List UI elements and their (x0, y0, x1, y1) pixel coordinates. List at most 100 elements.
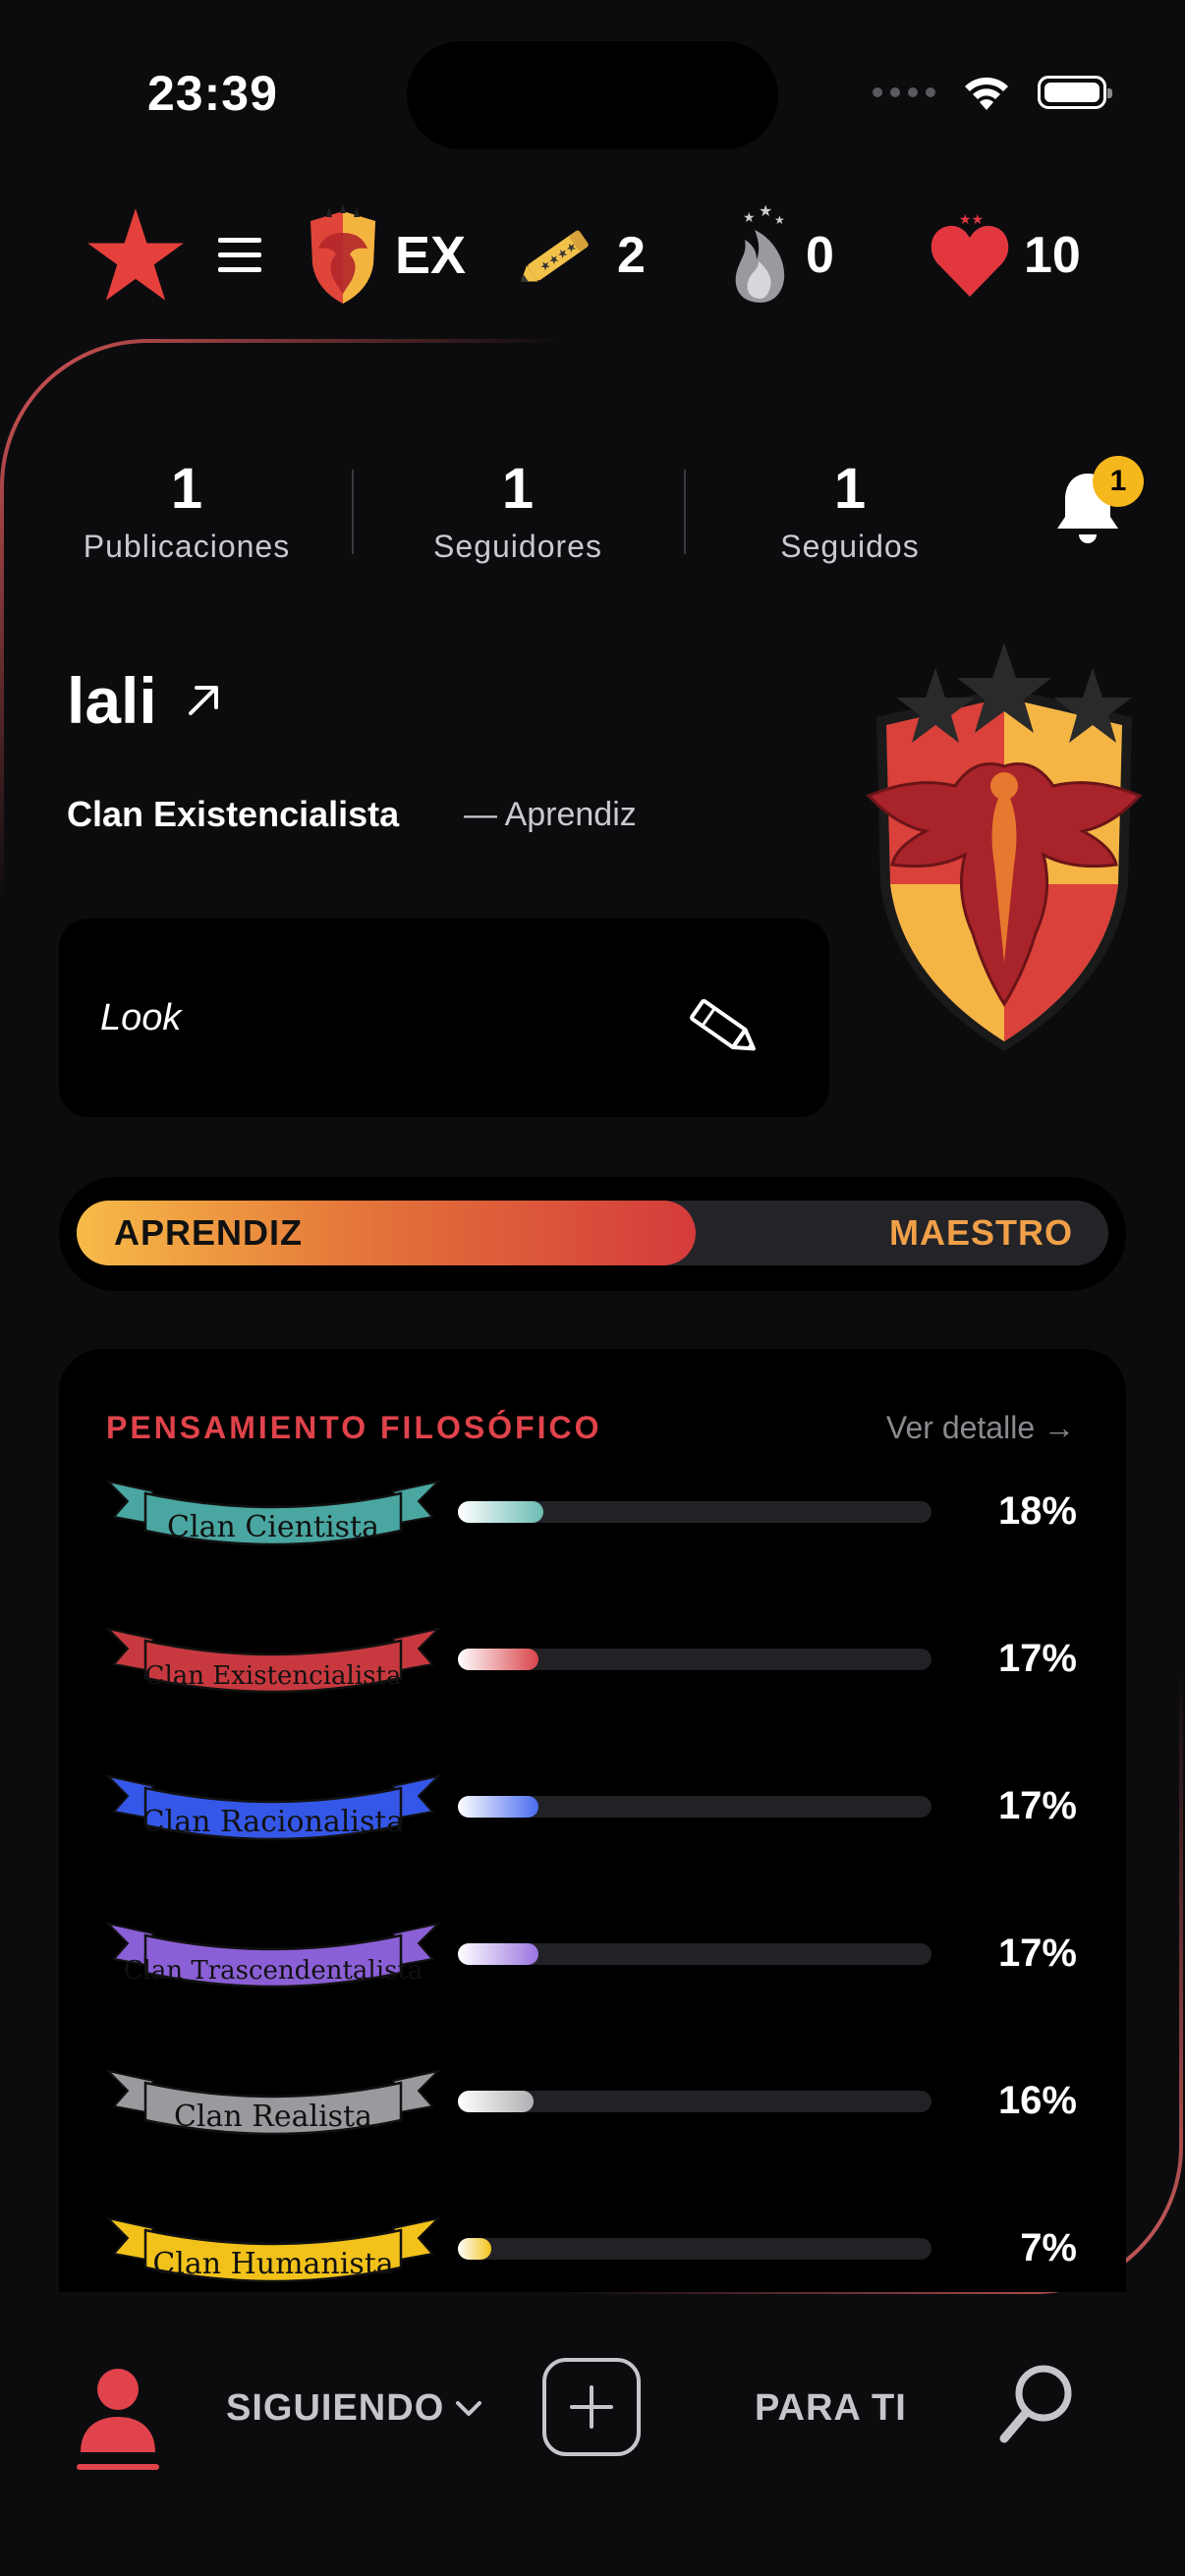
nav-search-button[interactable] (996, 2362, 1077, 2451)
pencils-counter[interactable]: ★★★★ 2 (513, 196, 646, 314)
svg-text:★★: ★★ (959, 212, 984, 228)
svg-text:★: ★ (774, 213, 785, 227)
nav-for-you-button[interactable]: PARA TI (755, 2387, 907, 2430)
followers-counter[interactable]: 1 Seguidores (356, 460, 680, 565)
svg-text:★: ★ (743, 210, 756, 226)
clan-rank: — Aprendiz (464, 796, 637, 833)
star-logo-button[interactable] (85, 196, 187, 314)
clan-banner-label: Clan Trascendentalista (124, 1956, 423, 1986)
posts-label: Publicaciones (83, 529, 291, 564)
notification-badge: 1 (1093, 456, 1144, 507)
dynamic-island (407, 41, 778, 149)
clan-banner-label: Clan Racionalista (142, 1805, 405, 1839)
chevron-down-icon (456, 2400, 482, 2416)
arrow-up-right-icon (189, 686, 218, 715)
flames-counter[interactable]: ★ ★ ★ 0 (729, 196, 834, 314)
clan-row: Clan Realista 16% (0, 2051, 1185, 2169)
clan-progress-track (458, 1649, 931, 1670)
clan-progress-track (458, 2091, 931, 2112)
divider (352, 470, 354, 554)
clan-percent: 18% (997, 1489, 1077, 1533)
flames-count: 0 (806, 227, 834, 284)
clan-banner: Clan Trascendentalista (106, 1922, 440, 1988)
pencil-icon: ★★★★ (521, 230, 589, 282)
clan-progress-fill (458, 2238, 491, 2260)
clan-row: Clan Cientista 18% (0, 1462, 1185, 1580)
clan-banner: Clan Racionalista (106, 1774, 440, 1841)
clan-indicator[interactable]: EX (305, 196, 466, 314)
nav-profile-button[interactable] (77, 2366, 159, 2459)
nav-following-button[interactable]: SIGUIENDO (226, 2387, 483, 2430)
nav-for-you-label: PARA TI (755, 2387, 907, 2429)
nav-following-label: SIGUIENDO (226, 2387, 445, 2429)
clan-banner: Clan Realista (106, 2069, 440, 2136)
create-post-button[interactable] (542, 2358, 641, 2456)
active-tab-indicator (77, 2464, 159, 2470)
followers-count: 1 (501, 457, 535, 521)
clan-progress-fill (458, 1501, 543, 1523)
bio-text: Look (100, 997, 182, 1038)
flame-icon: ★ ★ ★ (735, 204, 785, 303)
share-profile-button[interactable] (185, 680, 224, 724)
clan-crest (857, 639, 1152, 1066)
posts-count: 1 (170, 457, 203, 521)
clan-row: Clan Existencialista 17% (0, 1609, 1185, 1727)
following-count: 1 (833, 457, 867, 521)
clan-banner: Clan Humanista (106, 2216, 440, 2283)
clan-crest-icon (310, 203, 375, 304)
clan-banner: Clan Existencialista (106, 1627, 440, 1694)
clan-progress-track (458, 2238, 931, 2260)
clan-banner-label: Clan Cientista (167, 1510, 379, 1544)
clan-percent: 17% (997, 1784, 1077, 1827)
search-icon (999, 2365, 1072, 2443)
status-icons (873, 73, 1112, 112)
clan-row: Clan Trascendentalista 17% (0, 1904, 1185, 2022)
clan-progress-fill (458, 1796, 538, 1818)
clan-progress-fill (458, 1649, 538, 1670)
status-time: 23:39 (147, 66, 278, 121)
level-next: MAESTRO (889, 1212, 1073, 1253)
clan-percent: 7% (1020, 2226, 1077, 2269)
hearts-count: 10 (1024, 227, 1081, 284)
posts-counter[interactable]: 1 Publicaciones (25, 460, 349, 565)
clan-percent: 17% (997, 1637, 1077, 1680)
followers-label: Seguidores (433, 529, 602, 564)
cellular-signal-icon (873, 87, 935, 97)
clan-progress-fill (458, 2091, 534, 2112)
clan-progress-track (458, 1796, 931, 1818)
clan-banner-label: Clan Humanista (152, 2247, 393, 2281)
hearts-counter[interactable]: ★★ 10 (930, 196, 1081, 314)
edit-bio-button[interactable] (678, 982, 766, 1076)
star-icon (87, 208, 184, 301)
clan-row: Clan Racionalista 17% (0, 1757, 1185, 1875)
clan-banner-label: Clan Realista (174, 2100, 372, 2134)
plus-icon (570, 2385, 613, 2429)
pencils-count: 2 (617, 227, 646, 284)
divider (684, 470, 686, 554)
edit-pencil-icon (690, 998, 756, 1051)
username: lali (67, 664, 157, 737)
svg-text:★: ★ (759, 204, 772, 220)
level-current: APRENDIZ (114, 1212, 304, 1253)
clan-percent: 16% (997, 2079, 1077, 2122)
phoenix-shield-icon (866, 643, 1143, 1051)
following-label: Seguidos (780, 529, 920, 564)
top-stats-bar: EX ★★★★ 2 ★ ★ ★ 0 ★★ 10 (0, 196, 1185, 314)
hamburger-icon (218, 238, 261, 272)
following-counter[interactable]: 1 Seguidos (688, 460, 1012, 565)
menu-button[interactable] (216, 196, 263, 314)
clan-banner-label: Clan Existencialista (145, 1661, 402, 1691)
clan-progress-track (458, 1943, 931, 1965)
clan-name: Clan Existencialista (67, 794, 400, 834)
clan-code: EX (395, 226, 467, 285)
battery-icon (1038, 76, 1112, 109)
clan-progress-track (458, 1501, 931, 1523)
clan-banner: Clan Cientista (106, 1480, 440, 1546)
wifi-icon (965, 77, 1008, 110)
clan-progress-fill (458, 1943, 538, 1965)
heart-icon: ★★ (931, 212, 1009, 297)
philosophy-title: PENSAMIENTO FILOSÓFICO (106, 1410, 602, 1445)
clan-percent: 17% (997, 1932, 1077, 1975)
user-icon (81, 2369, 155, 2452)
view-detail-link[interactable]: Ver detalle → (886, 1410, 1075, 1446)
